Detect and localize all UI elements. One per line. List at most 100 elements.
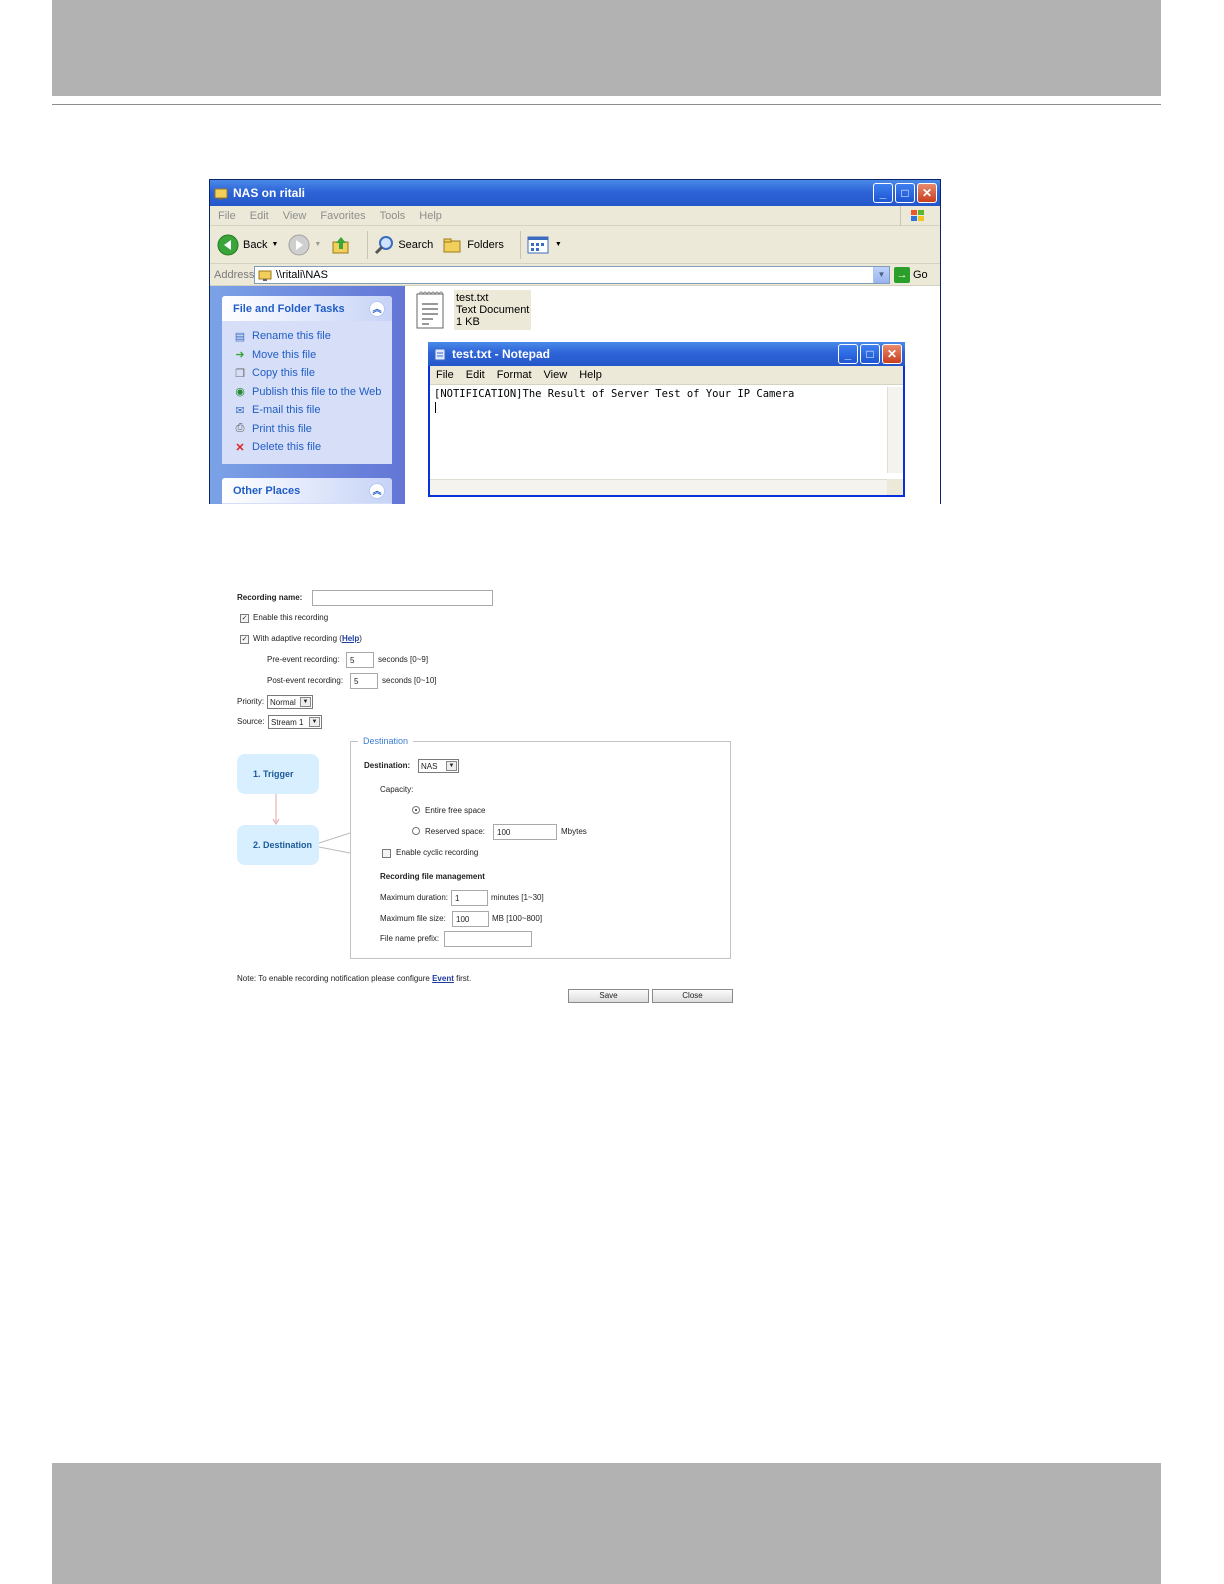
minimize-button[interactable]: _: [873, 183, 893, 203]
explorer-titlebar[interactable]: NAS on ritali _ □ ✕: [210, 180, 940, 206]
task-copy[interactable]: ❐ Copy this file: [233, 364, 392, 383]
task-print[interactable]: ⎙ Print this file: [233, 420, 392, 439]
address-label: Address: [214, 268, 255, 281]
cyclic-recording-label: Enable cyclic recording: [396, 848, 479, 857]
task-rename[interactable]: ▤ Rename this file: [233, 327, 392, 346]
cyclic-recording-checkbox[interactable]: [382, 849, 391, 858]
file-prefix-input[interactable]: [444, 931, 532, 947]
notepad-menu-format[interactable]: Format: [497, 369, 532, 381]
reserved-space-radio[interactable]: [412, 827, 420, 835]
text-caret: [435, 402, 436, 413]
menu-view[interactable]: View: [283, 210, 307, 222]
minimize-icon: _: [844, 347, 852, 361]
enable-recording-checkbox[interactable]: ✓: [240, 614, 249, 623]
recording-name-input[interactable]: [312, 590, 493, 606]
task-pane: File and Folder Tasks ︽ ▤ Rename this fil…: [210, 286, 405, 504]
max-file-size-unit: MB [100~800]: [492, 914, 543, 923]
views-button[interactable]: ▼: [527, 236, 562, 254]
menu-tools[interactable]: Tools: [380, 210, 406, 222]
collapse-chevron-icon[interactable]: ︽: [369, 300, 385, 317]
menu-help[interactable]: Help: [419, 210, 442, 222]
globe-icon: ◉: [235, 386, 245, 399]
notepad-menu-view[interactable]: View: [544, 369, 568, 381]
back-arrow-icon: [217, 234, 239, 255]
max-duration-label: Maximum duration:: [380, 893, 449, 902]
menu-file[interactable]: File: [218, 210, 236, 222]
close-button[interactable]: Close: [652, 989, 733, 1003]
dropdown-arrow-icon: ▼: [446, 761, 457, 771]
other-places-title: Other Places: [233, 484, 301, 497]
vertical-scrollbar[interactable]: [887, 387, 903, 473]
task-move[interactable]: ➜ Move this file: [233, 346, 392, 365]
other-places-panel: Other Places ︽: [222, 478, 392, 504]
max-file-size-input[interactable]: 100: [452, 911, 489, 927]
notification-note: Note: To enable recording notification p…: [237, 974, 471, 983]
back-button[interactable]: Back ▼: [217, 234, 278, 256]
forward-button[interactable]: ▼: [288, 234, 321, 256]
toolbar-separator: [367, 230, 369, 259]
folders-button[interactable]: Folders: [443, 236, 504, 254]
event-link[interactable]: Event: [432, 974, 454, 983]
notepad-minimize-button[interactable]: _: [838, 344, 858, 364]
max-duration-input[interactable]: 1: [451, 890, 488, 906]
destination-select[interactable]: NAS ▼: [418, 759, 459, 773]
maximize-button[interactable]: □: [895, 183, 915, 203]
folders-label: Folders: [467, 238, 504, 251]
notepad-menu-help[interactable]: Help: [579, 369, 602, 381]
up-folder-button[interactable]: [331, 235, 351, 255]
menu-favorites[interactable]: Favorites: [320, 210, 365, 222]
dropdown-arrow-icon: ▼: [309, 717, 320, 727]
notepad-maximize-button[interactable]: □: [860, 344, 880, 364]
post-event-input[interactable]: 5: [350, 673, 378, 689]
collapse-chevron-icon[interactable]: ︽: [369, 482, 385, 499]
notepad-titlebar[interactable]: test.txt - Notepad _ □ ✕: [428, 342, 905, 366]
step-destination[interactable]: 2. Destination: [237, 825, 319, 865]
adaptive-recording-checkbox[interactable]: ✓: [240, 635, 249, 644]
file-folder-tasks-panel: File and Folder Tasks ︽ ▤ Rename this fil…: [222, 296, 392, 464]
address-dropdown-icon[interactable]: ▼: [873, 266, 889, 283]
priority-select[interactable]: Normal ▼: [267, 695, 313, 709]
step-trigger[interactable]: 1. Trigger: [237, 754, 319, 794]
explorer-menubar: File Edit View Favorites Tools Help: [210, 206, 940, 226]
network-folder-icon: [258, 270, 272, 281]
destination-legend: Destination: [358, 736, 414, 746]
entire-free-space-radio[interactable]: [412, 806, 420, 814]
step-bracket: [319, 832, 351, 854]
back-dropdown-icon[interactable]: ▼: [271, 241, 278, 248]
help-link[interactable]: Help: [342, 634, 359, 643]
reserved-space-input[interactable]: 100: [493, 824, 557, 840]
file-folder-tasks-header[interactable]: File and Folder Tasks ︽: [222, 296, 392, 321]
save-button[interactable]: Save: [568, 989, 649, 1003]
toolbar-separator: [519, 230, 521, 259]
go-button[interactable]: → Go: [894, 266, 928, 283]
maximize-icon: □: [901, 186, 909, 200]
menu-edit[interactable]: Edit: [250, 210, 269, 222]
destination-label: Destination:: [364, 761, 411, 770]
notepad-close-button[interactable]: ✕: [882, 344, 902, 364]
notepad-menu-file[interactable]: File: [436, 369, 454, 381]
close-button[interactable]: ✕: [917, 183, 937, 203]
forward-dropdown-icon: ▼: [314, 241, 322, 248]
address-input[interactable]: \\ritali\NAS ▼: [254, 265, 890, 284]
notepad-text-area[interactable]: [NOTIFICATION]The Result of Server Test …: [434, 388, 794, 400]
pre-event-input[interactable]: 5: [346, 652, 374, 668]
source-select[interactable]: Stream 1 ▼: [268, 715, 322, 729]
horizontal-scrollbar[interactable]: [430, 479, 887, 495]
copy-icon: ❐: [235, 367, 245, 380]
notepad-menu-edit[interactable]: Edit: [466, 369, 485, 381]
task-publish[interactable]: ◉ Publish this file to the Web: [233, 383, 392, 402]
resize-grip-icon[interactable]: [887, 479, 903, 495]
other-places-header[interactable]: Other Places ︽: [222, 478, 392, 503]
priority-label: Priority:: [237, 697, 265, 706]
reserved-space-unit: Mbytes: [561, 827, 587, 836]
task-delete[interactable]: ✕ Delete this file: [233, 438, 392, 457]
folder-network-icon: [214, 186, 228, 200]
printer-icon: ⎙: [235, 422, 245, 435]
file-item[interactable]: test.txt Text Document 1 KB: [415, 290, 532, 330]
explorer-toolbar: Back ▼ ▼ Search Folders ▼: [210, 226, 940, 264]
rename-icon: ▤: [234, 330, 246, 343]
task-label: Copy this file: [252, 367, 315, 380]
search-icon: [375, 235, 394, 254]
task-email[interactable]: ✉ E-mail this file: [233, 401, 392, 420]
search-button[interactable]: Search: [374, 235, 433, 255]
